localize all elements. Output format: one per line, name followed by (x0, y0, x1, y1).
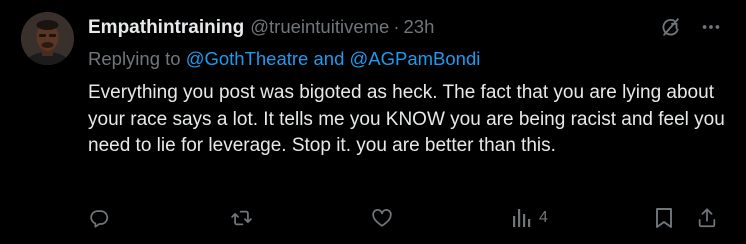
reply-mentions[interactable]: @GothTheatre and @AGPamBondi (186, 48, 481, 69)
tweet-header: Empathintraining @trueintuitiveme · 23h (88, 16, 434, 40)
tweet-text: Everything you post was bigoted as heck.… (88, 82, 725, 156)
reply-button[interactable] (88, 205, 110, 231)
separator-dot: · (393, 16, 400, 37)
like-button[interactable] (371, 205, 393, 231)
author-name[interactable]: Empathintraining (88, 17, 244, 39)
bookmark-button[interactable] (654, 205, 674, 231)
share-button[interactable] (696, 205, 718, 231)
retweet-button[interactable] (230, 205, 253, 231)
grok-icon[interactable] (660, 16, 682, 38)
top-right-icons (660, 16, 722, 38)
replying-to-label: Replying to (88, 48, 181, 69)
views-button[interactable]: 4 (512, 205, 548, 231)
action-bar: 4 (88, 205, 728, 231)
tweet-card[interactable]: Empathintraining @trueintuitiveme · 23h … (0, 0, 746, 244)
author-handle[interactable]: @trueintuitiveme (250, 16, 389, 38)
replying-to: Replying to @GothTheatre and @AGPamBondi (88, 48, 480, 70)
avatar[interactable] (21, 12, 74, 65)
more-icon[interactable] (700, 16, 722, 38)
retweet-icon (230, 207, 253, 229)
views-icon (512, 207, 532, 229)
views-count: 4 (539, 209, 548, 226)
timestamp[interactable]: 23h (404, 16, 435, 38)
like-icon (371, 207, 393, 229)
bookmark-icon (654, 207, 674, 229)
reply-icon (88, 207, 110, 229)
share-icon (696, 207, 718, 229)
